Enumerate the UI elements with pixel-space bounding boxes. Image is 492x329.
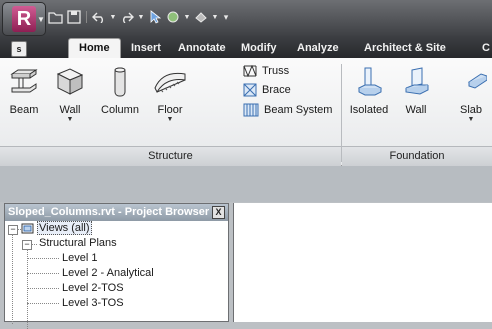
sync-dropdown-icon[interactable]: ▼ bbox=[183, 9, 191, 25]
brace-icon bbox=[243, 83, 257, 97]
views-all-label: Views (all) bbox=[37, 221, 92, 235]
wall-dropdown-icon[interactable]: ▼ bbox=[52, 116, 88, 124]
floor-dropdown-icon[interactable]: ▼ bbox=[150, 116, 190, 124]
beam-icon bbox=[10, 69, 38, 93]
select-icon[interactable] bbox=[147, 9, 163, 25]
beam-button[interactable]: Beam bbox=[6, 66, 42, 116]
tab-annotate[interactable]: Annotate bbox=[178, 39, 226, 58]
wall-icon bbox=[56, 68, 84, 95]
redo-dropdown-icon[interactable]: ▼ bbox=[137, 9, 145, 25]
collapse-icon[interactable]: − bbox=[8, 225, 18, 235]
beam-label: Beam bbox=[9, 104, 39, 116]
undo-dropdown-icon[interactable]: ▼ bbox=[109, 9, 117, 25]
tree-item-level-2-tos[interactable]: Level 2-TOS bbox=[62, 281, 124, 296]
truss-button[interactable]: Truss bbox=[243, 65, 289, 77]
tab-c[interactable]: C bbox=[482, 39, 490, 58]
app-logo-icon: R bbox=[12, 6, 36, 32]
views-icon bbox=[21, 223, 34, 234]
key-tip-badge: s bbox=[11, 41, 27, 57]
floor-icon bbox=[154, 72, 186, 94]
brace-label: Brace bbox=[262, 84, 291, 96]
project-browser-title: Sloped_Columns.rvt - Project Browser bbox=[8, 206, 210, 218]
project-browser: Sloped_Columns.rvt - Project Browser X −… bbox=[4, 203, 229, 329]
ribbon-panel: Beam Wall ▼ Column Floor ▼ Truss Brace B… bbox=[0, 58, 492, 166]
options-bar-area bbox=[0, 166, 492, 202]
isolated-foundation-icon bbox=[357, 67, 383, 96]
beam-system-icon bbox=[243, 103, 259, 117]
wall-foundation-label: Wall bbox=[405, 104, 427, 116]
tab-modify[interactable]: Modify bbox=[241, 39, 276, 58]
app-menu-dropdown-icon: ▼ bbox=[37, 15, 45, 24]
tab-insert[interactable]: Insert bbox=[131, 39, 161, 58]
foundation-panel-title[interactable]: Foundation bbox=[342, 146, 492, 166]
drawing-canvas[interactable] bbox=[233, 203, 492, 322]
wall-button[interactable]: Wall ▼ bbox=[52, 66, 88, 124]
column-button[interactable]: Column bbox=[100, 66, 140, 116]
brace-button[interactable]: Brace bbox=[243, 83, 291, 97]
close-icon[interactable]: X bbox=[212, 206, 225, 219]
column-label: Column bbox=[101, 104, 139, 116]
tree-item-level-1[interactable]: Level 1 bbox=[62, 251, 97, 266]
ribbon-tab-bar: Home Insert Annotate Modify Analyze Arch… bbox=[0, 36, 492, 60]
measure-icon[interactable] bbox=[193, 9, 209, 25]
truss-label: Truss bbox=[262, 65, 290, 77]
truss-icon bbox=[243, 65, 257, 77]
slab-icon bbox=[467, 73, 487, 89]
undo-icon[interactable] bbox=[91, 9, 107, 25]
tree-item-structural-plans[interactable]: Structural Plans bbox=[39, 236, 117, 251]
wall-label: Wall bbox=[59, 104, 81, 116]
floor-button[interactable]: Floor ▼ bbox=[150, 66, 190, 124]
save-icon[interactable] bbox=[66, 9, 82, 25]
sync-icon[interactable] bbox=[165, 9, 181, 25]
tree-item-level-2-analytical[interactable]: Level 2 - Analytical bbox=[62, 266, 154, 281]
quick-access-toolbar: ▼ ▼ ▼ ▼ ▾ bbox=[48, 8, 231, 26]
slab-button[interactable]: Slab ▼ bbox=[450, 66, 492, 124]
floor-label: Floor bbox=[157, 104, 183, 116]
wall-foundation-icon bbox=[405, 67, 429, 95]
project-browser-header[interactable]: Sloped_Columns.rvt - Project Browser X bbox=[5, 204, 228, 221]
wall-foundation-button[interactable]: Wall bbox=[396, 66, 436, 116]
title-bar: R ▼ ▼ ▼ ▼ ▼ ▾ bbox=[0, 0, 492, 36]
redo-icon[interactable] bbox=[119, 9, 135, 25]
measure-dropdown-icon[interactable]: ▼ bbox=[211, 9, 219, 25]
isolated-label: Isolated bbox=[349, 104, 389, 116]
tree-item-level-3-tos[interactable]: Level 3-TOS bbox=[62, 296, 124, 311]
tab-home[interactable]: Home bbox=[68, 38, 121, 60]
slab-dropdown-icon[interactable]: ▼ bbox=[450, 116, 492, 124]
column-icon bbox=[114, 67, 126, 97]
structure-panel-title[interactable]: Structure bbox=[0, 146, 341, 166]
tab-architect-site[interactable]: Architect & Site bbox=[364, 39, 446, 58]
application-menu-button[interactable]: R ▼ bbox=[2, 2, 46, 36]
open-icon[interactable] bbox=[48, 9, 64, 25]
slab-label: Slab bbox=[459, 104, 483, 116]
tab-analyze[interactable]: Analyze bbox=[297, 39, 339, 58]
tree-item-views-all[interactable]: Views (all) bbox=[37, 221, 92, 236]
beam-system-label: Beam System bbox=[264, 104, 333, 116]
customize-dropdown-icon[interactable]: ▾ bbox=[221, 9, 231, 25]
isolated-foundation-button[interactable]: Isolated bbox=[349, 66, 389, 116]
beam-system-button[interactable]: Beam System bbox=[243, 103, 332, 117]
